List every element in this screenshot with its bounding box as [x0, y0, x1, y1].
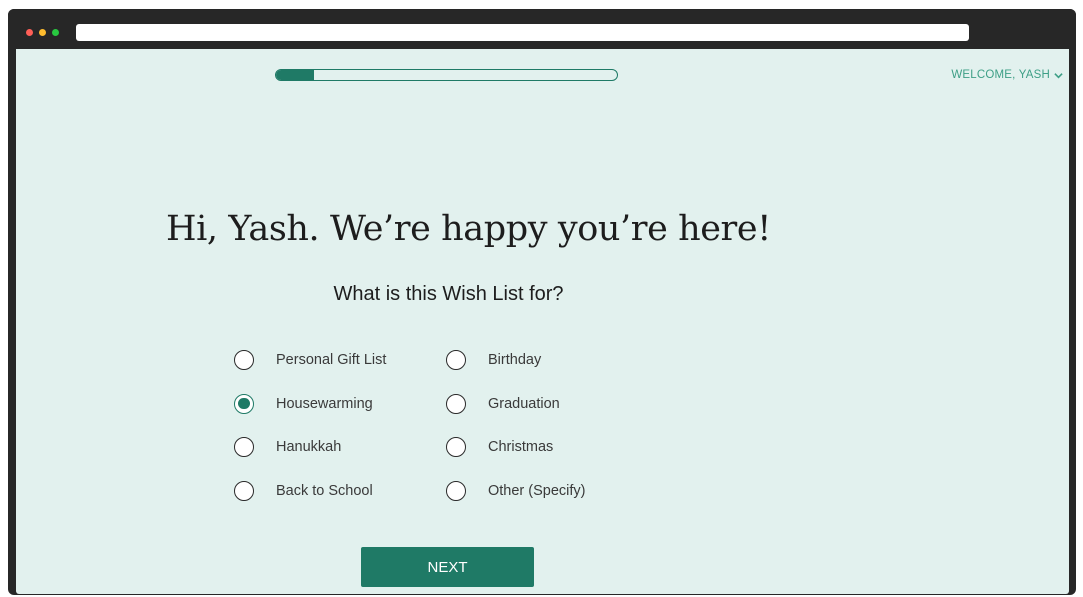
option-label: Personal Gift List: [276, 352, 387, 368]
radio-button[interactable]: [234, 437, 254, 457]
question-heading: What is this Wish List for?: [333, 283, 564, 305]
address-bar[interactable]: [76, 24, 969, 41]
option-label: Christmas: [488, 439, 554, 455]
radio-button[interactable]: [446, 350, 466, 370]
close-window-button[interactable]: [26, 29, 33, 36]
option-label: Graduation: [488, 395, 560, 412]
radio-button[interactable]: [446, 437, 466, 457]
chevron-down-icon: [1054, 72, 1063, 78]
page-title: Hi, Yash. We’re happy you’re here!: [166, 209, 771, 249]
option-label: Other (Specify): [488, 482, 586, 499]
browser-window: WELCOME, YASH Hi, Yash. We’re happy you’…: [8, 9, 1076, 595]
radio-button[interactable]: [234, 393, 254, 414]
option-birthday[interactable]: Birthday: [446, 349, 658, 371]
option-label: Hanukkah: [276, 439, 342, 455]
option-christmas[interactable]: Christmas: [446, 436, 658, 458]
option-label: Housewarming: [276, 395, 373, 412]
maximize-window-button[interactable]: [52, 29, 59, 36]
option-housewarming[interactable]: Housewarming: [234, 393, 446, 415]
minimize-window-button[interactable]: [39, 29, 46, 36]
progress-fill: [276, 70, 314, 80]
next-button[interactable]: NEXT: [361, 547, 534, 587]
option-other-specify[interactable]: Other (Specify): [446, 480, 658, 502]
option-graduation[interactable]: Graduation: [446, 393, 658, 415]
option-personal-gift-list[interactable]: Personal Gift List: [234, 349, 446, 371]
option-back-to-school[interactable]: Back to School: [234, 480, 446, 502]
radio-button[interactable]: [446, 480, 466, 501]
page-viewport: WELCOME, YASH Hi, Yash. We’re happy you’…: [16, 49, 1069, 594]
radio-button[interactable]: [234, 350, 254, 370]
browser-titlebar: [8, 9, 1076, 49]
radio-button[interactable]: [446, 393, 466, 414]
progress-bar: [275, 69, 618, 81]
welcome-label: WELCOME, YASH: [951, 69, 1050, 81]
user-menu[interactable]: WELCOME, YASH: [951, 69, 1063, 81]
option-hanukkah[interactable]: Hanukkah: [234, 436, 446, 458]
option-label: Back to School: [276, 482, 373, 499]
radio-button[interactable]: [234, 480, 254, 501]
wishlist-options: Personal Gift List Birthday Housewarming…: [234, 349, 658, 523]
option-label: Birthday: [488, 352, 542, 368]
